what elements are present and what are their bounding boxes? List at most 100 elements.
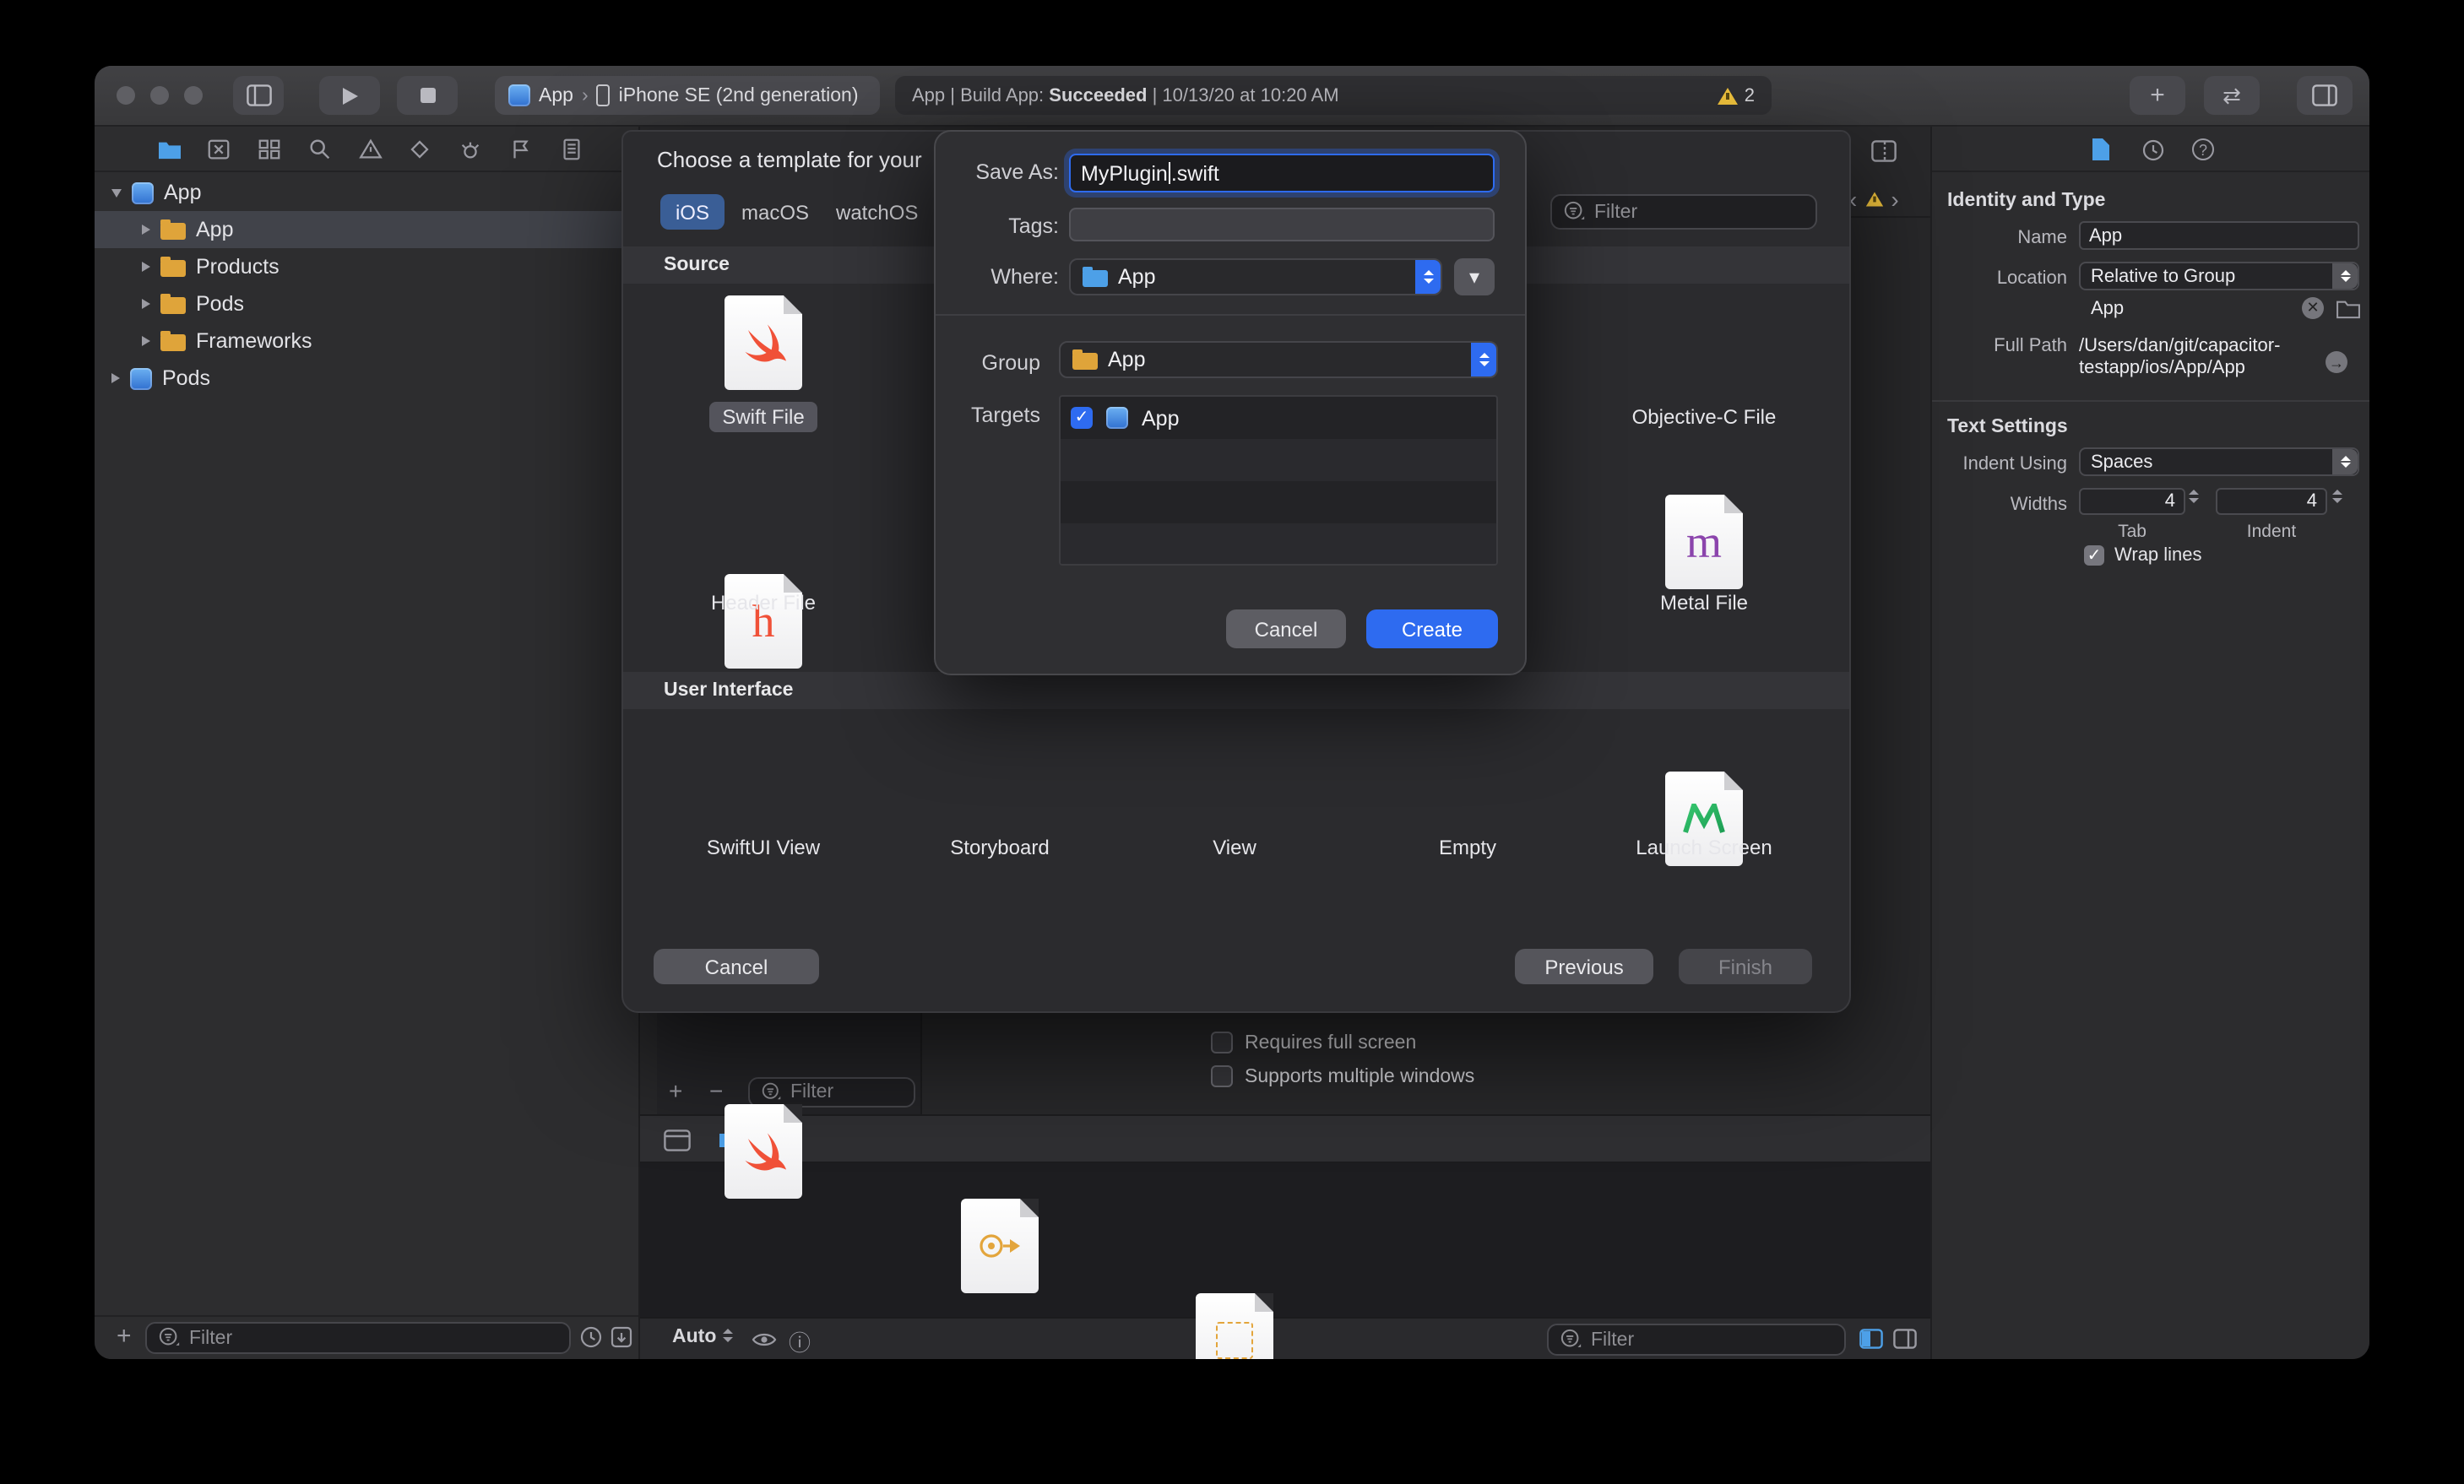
navigator-filter-field[interactable]: Filter <box>145 1322 571 1354</box>
minimize-window-button[interactable] <box>150 86 169 105</box>
objective-c-file-template[interactable]: m <box>1665 495 1743 589</box>
scheme-selector[interactable]: App › iPhone SE (2nd generation) <box>495 76 880 115</box>
dialog-create-button[interactable]: Create <box>1366 609 1498 648</box>
template-filter-field[interactable]: Filter <box>1550 194 1817 230</box>
version-editor-button[interactable]: ⇄ <box>2204 76 2260 115</box>
auto-popup[interactable]: Auto <box>672 1327 716 1347</box>
sheet-finish-button[interactable]: Finish <box>1679 949 1812 984</box>
filter-placeholder: Filter <box>1591 1330 1635 1350</box>
template-label: Header File <box>710 591 817 615</box>
toggle-inspectors-button[interactable] <box>2297 76 2353 115</box>
breakpoint-navigator-tab[interactable] <box>508 137 534 162</box>
scheme-app-name: App <box>539 85 573 106</box>
disclosure-triangle-icon[interactable] <box>142 225 150 235</box>
run-button[interactable] <box>319 76 380 115</box>
debug-navigator-tab[interactable] <box>458 137 483 162</box>
dialog-cancel-button[interactable]: Cancel <box>1226 609 1346 648</box>
storyboard-template[interactable] <box>961 1199 1039 1293</box>
tree-row-group-products[interactable]: Products <box>95 248 638 285</box>
location-popup[interactable]: Relative to Group <box>2079 262 2359 290</box>
targets-filter-field[interactable]: Filter <box>748 1077 915 1108</box>
swift-file-template[interactable] <box>725 295 802 390</box>
show-assistant-panel-icon[interactable] <box>1859 1329 1883 1349</box>
tags-field[interactable] <box>1069 208 1495 241</box>
project-navigator-tab[interactable] <box>157 138 182 160</box>
tab-width-stepper[interactable] <box>2189 490 2199 502</box>
reveal-folder-icon[interactable] <box>2336 299 2361 319</box>
clear-location-icon[interactable]: ✕ <box>2302 297 2324 319</box>
tree-row-group-app[interactable]: App <box>95 211 638 248</box>
target-checkbox[interactable]: ✓ <box>1071 407 1093 429</box>
report-navigator-tab[interactable] <box>559 137 584 162</box>
tree-row-group-pods[interactable]: Pods <box>95 285 638 322</box>
symbol-navigator-tab[interactable] <box>257 137 282 162</box>
status-suffix: | 10/13/20 at 10:20 AM <box>1147 85 1339 106</box>
supports-multiwindow-checkbox[interactable] <box>1211 1065 1233 1087</box>
tree-row-project-app[interactable]: App <box>95 174 638 211</box>
add-editor-button[interactable]: + <box>2130 76 2185 115</box>
tab-ios[interactable]: iOS <box>660 194 725 230</box>
toggle-navigator-button[interactable] <box>233 76 284 115</box>
recent-files-filter-icon[interactable] <box>579 1325 603 1349</box>
user-interface-section-header: User Interface <box>623 672 1849 709</box>
sheet-cancel-button[interactable]: Cancel <box>654 949 819 984</box>
group-popup[interactable]: App <box>1059 341 1498 378</box>
indent-caption: Indent <box>2246 522 2297 542</box>
navigator-tab-bar <box>95 127 638 172</box>
view-template[interactable] <box>1196 1293 1273 1359</box>
requires-fullscreen-checkbox[interactable] <box>1211 1032 1233 1053</box>
tab-macos[interactable]: macOS <box>741 194 809 230</box>
tab-width-field[interactable]: 4 <box>2079 488 2185 515</box>
activity-status-bar[interactable]: App | Build App: Succeeded | 10/13/20 at… <box>895 76 1772 115</box>
wrap-lines-checkbox[interactable]: ✓ <box>2084 545 2104 566</box>
tree-row-project-pods[interactable]: Pods <box>95 360 638 397</box>
indent-width-field[interactable]: 4 <box>2216 488 2327 515</box>
name-field[interactable]: App <box>2079 221 2359 250</box>
tab-watchos[interactable]: watchOS <box>836 194 918 230</box>
show-canvas-panel-icon[interactable] <box>1893 1329 1917 1349</box>
stop-button[interactable] <box>397 76 458 115</box>
eye-icon[interactable] <box>752 1330 777 1349</box>
close-window-button[interactable] <box>117 86 135 105</box>
info-icon[interactable]: ⓘ <box>789 1325 811 1357</box>
disclosure-triangle-icon[interactable] <box>142 262 150 272</box>
where-popup[interactable]: App <box>1069 258 1442 295</box>
history-inspector-tab[interactable] <box>2141 138 2165 162</box>
goto-path-arrow-icon[interactable]: → <box>2326 351 2347 373</box>
issue-navigator-tab[interactable] <box>358 137 383 162</box>
source-control-filter-icon[interactable] <box>610 1325 633 1349</box>
save-as-field[interactable]: MyPlugin .swift <box>1069 154 1495 192</box>
add-target-button[interactable]: + <box>669 1077 682 1104</box>
find-navigator-tab[interactable] <box>307 137 333 162</box>
editor-pane-icon[interactable] <box>664 1129 691 1151</box>
swiftui-view-template[interactable] <box>725 1104 802 1199</box>
test-navigator-tab[interactable] <box>407 137 432 162</box>
swift-file-label[interactable]: Swift File <box>657 402 870 432</box>
indent-using-popup[interactable]: Spaces <box>2079 447 2359 476</box>
tab-caption: Tab <box>2118 522 2147 542</box>
file-inspector-tab[interactable] <box>2091 137 2111 162</box>
next-issue-button[interactable]: › <box>1891 185 1898 212</box>
zoom-window-button[interactable] <box>184 86 203 105</box>
disclosure-triangle-icon[interactable] <box>111 188 122 197</box>
disclosure-triangle-icon[interactable] <box>142 299 150 309</box>
add-file-button[interactable]: + <box>117 1322 132 1351</box>
tab-label: iOS <box>675 200 709 224</box>
expand-panel-button[interactable]: ▾ <box>1454 258 1495 295</box>
source-control-navigator-tab[interactable] <box>206 137 231 162</box>
remove-target-button[interactable]: − <box>709 1077 723 1104</box>
issue-badge[interactable]: 2 <box>1717 85 1755 106</box>
tree-item-label: Frameworks <box>196 329 312 353</box>
auto-popup-chevrons-icon[interactable] <box>723 1329 733 1341</box>
template-label: Launch Screen <box>1636 836 1772 859</box>
canvas-filter-field[interactable]: Filter <box>1547 1324 1846 1356</box>
editor-split-button[interactable] <box>1871 140 1897 162</box>
template-label: Storyboard <box>950 836 1050 859</box>
help-inspector-tab[interactable]: ? <box>2192 138 2214 160</box>
target-row-app[interactable]: ✓ App <box>1061 397 1496 439</box>
sheet-previous-button[interactable]: Previous <box>1515 949 1653 984</box>
tree-row-group-frameworks[interactable]: Frameworks <box>95 322 638 360</box>
indent-width-stepper[interactable] <box>2332 490 2342 502</box>
disclosure-triangle-icon[interactable] <box>111 373 120 383</box>
disclosure-triangle-icon[interactable] <box>142 336 150 346</box>
